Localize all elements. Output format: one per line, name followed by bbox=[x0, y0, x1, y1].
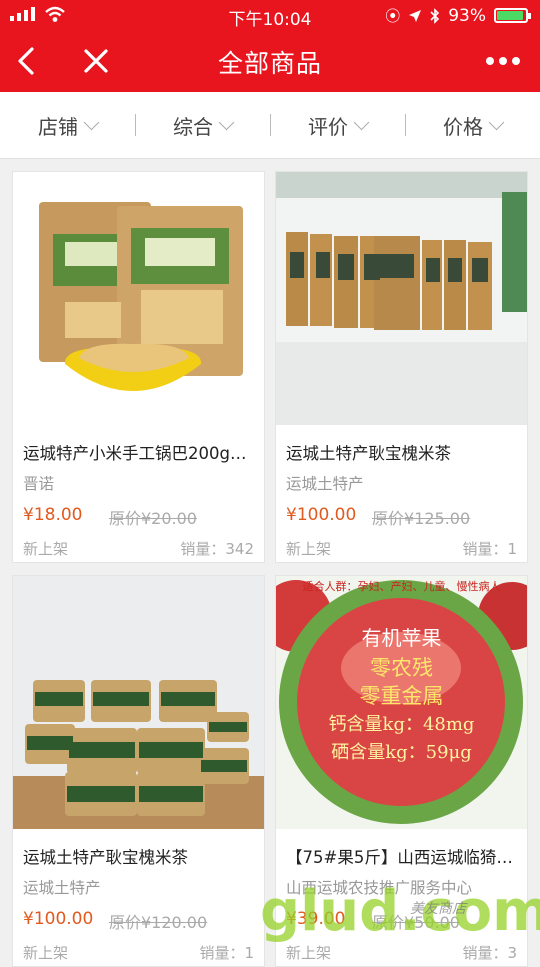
product-original-price: 原价¥50.00 bbox=[372, 913, 460, 932]
chevron-down-icon bbox=[218, 114, 235, 130]
product-card[interactable]: 运城土特产耿宝槐米茶 运城土特产 ¥100.00 原价¥125.00 新上架 销… bbox=[275, 171, 528, 563]
nav-bar: 全部商品 bbox=[0, 30, 540, 92]
rotation-lock-icon: ⦿ bbox=[385, 7, 401, 25]
product-card[interactable]: 适合人群：孕妇、产妇、儿童、慢性病人 有机苹果 零农残 零重金属 钙含量kg：4… bbox=[275, 575, 528, 967]
product-tag: 新上架 bbox=[23, 540, 69, 558]
product-name: 【75#果5斤】山西运城临猗… bbox=[286, 848, 513, 867]
battery-icon bbox=[494, 8, 531, 23]
filter-rating[interactable]: 评价 bbox=[270, 92, 405, 158]
product-image-guoba bbox=[13, 172, 264, 425]
filter-comprehensive[interactable]: 综合 bbox=[135, 92, 270, 158]
apple-label-line1: 零农残 bbox=[370, 656, 433, 680]
product-card[interactable]: 运城特产小米手工锅巴200g… 晋诺 ¥18.00 原价¥20.00 新上架 销… bbox=[12, 171, 265, 563]
filter-label: 价格 bbox=[443, 114, 483, 139]
product-name: 运城土特产耿宝槐米茶 bbox=[23, 848, 188, 867]
filter-bar: 店铺 综合 评价 价格 bbox=[0, 92, 540, 159]
apple-ring-text: 适合人群：孕妇、产妇、儿童、慢性病人 bbox=[302, 580, 501, 593]
apple-label-line3: 钙含量kg：48mg bbox=[328, 714, 475, 735]
chevron-down-icon bbox=[83, 114, 100, 130]
product-shop: 运城土特产 bbox=[286, 475, 364, 493]
location-icon bbox=[409, 9, 422, 22]
product-price: ¥100.00 bbox=[286, 505, 357, 525]
product-price: ¥39.00 bbox=[286, 909, 346, 929]
product-card[interactable]: 运城土特产耿宝槐米茶 运城土特产 ¥100.00 原价¥120.00 新上架 销… bbox=[12, 575, 265, 967]
product-name: 运城土特产耿宝槐米茶 bbox=[286, 444, 451, 463]
product-image-apple: 适合人群：孕妇、产妇、儿童、慢性病人 有机苹果 零农残 零重金属 钙含量kg：4… bbox=[276, 576, 527, 829]
product-sales: 销量：342 bbox=[180, 540, 254, 558]
product-original-price: 原价¥20.00 bbox=[109, 509, 197, 528]
product-original-price: 原价¥125.00 bbox=[372, 509, 471, 528]
product-shop: 山西运城农技推广服务中心 bbox=[286, 879, 473, 897]
product-image-tea-jars bbox=[13, 576, 264, 829]
page-title: 全部商品 bbox=[217, 49, 322, 78]
product-original-price: 原价¥120.00 bbox=[109, 913, 208, 932]
product-name: 运城特产小米手工锅巴200g… bbox=[23, 444, 247, 463]
filter-shop[interactable]: 店铺 bbox=[0, 92, 135, 158]
more-menu-button[interactable] bbox=[486, 50, 522, 72]
chevron-down-icon bbox=[353, 114, 370, 130]
filter-price[interactable]: 价格 bbox=[405, 92, 540, 158]
product-image-tea-bags bbox=[276, 172, 527, 425]
apple-label-line2: 零重金属 bbox=[359, 684, 444, 708]
product-sales: 销量：1 bbox=[462, 540, 517, 558]
chevron-down-icon bbox=[488, 114, 505, 130]
product-shop: 晋诺 bbox=[23, 475, 55, 493]
apple-label-line4: 硒含量kg：59μg bbox=[331, 742, 472, 763]
filter-label: 综合 bbox=[173, 114, 213, 139]
app-header: 下午10:04 ⦿ 93% 全部商品 bbox=[0, 0, 540, 92]
product-price: ¥18.00 bbox=[23, 505, 83, 525]
product-price: ¥100.00 bbox=[23, 909, 94, 929]
status-bar: 下午10:04 ⦿ 93% bbox=[0, 0, 540, 30]
battery-percent: 93% bbox=[448, 5, 486, 26]
filter-label: 评价 bbox=[308, 114, 348, 139]
bluetooth-icon bbox=[430, 7, 440, 24]
filter-label: 店铺 bbox=[38, 114, 78, 139]
product-shop: 运城土特产 bbox=[23, 879, 101, 897]
apple-label-title: 有机苹果 bbox=[361, 626, 442, 650]
product-tag: 新上架 bbox=[286, 540, 332, 558]
